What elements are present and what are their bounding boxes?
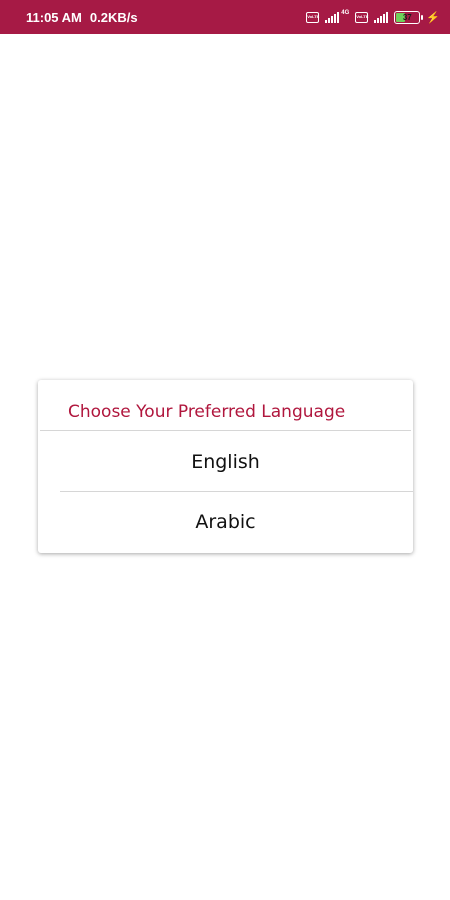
network-type: 4G xyxy=(341,10,350,16)
battery-icon: 37 xyxy=(394,10,424,24)
divider xyxy=(40,430,411,431)
volte-icon: VoLTE xyxy=(355,11,369,23)
sim2-label: VoLTE xyxy=(356,13,369,19)
sim1-label: VoLTE xyxy=(307,13,320,19)
status-time: 11:05 AM xyxy=(26,9,82,25)
volte-icon: VoLTE xyxy=(306,11,320,23)
status-network-speed: 0.2KB/s xyxy=(89,9,138,25)
language-option-english[interactable]: English xyxy=(38,432,413,492)
language-option-arabic[interactable]: Arabic xyxy=(38,492,413,552)
battery-level: 37 xyxy=(402,12,412,22)
dialog-title: Choose Your Preferred Language xyxy=(68,402,346,422)
charging-icon: ⚡ xyxy=(426,11,440,24)
language-dialog: Choose Your Preferred Language English A… xyxy=(38,380,413,553)
signal-icon xyxy=(374,11,389,23)
signal-icon xyxy=(325,11,340,23)
status-bar: 11:05 AM 0.2KB/s VoLTE 4G VoLTE 37 ⚡ xyxy=(0,0,450,34)
